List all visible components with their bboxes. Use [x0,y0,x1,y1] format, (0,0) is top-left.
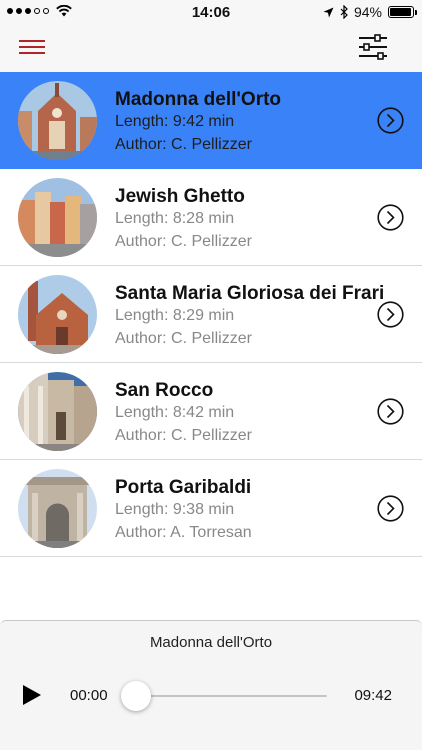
arch-thumbnail [18,469,97,548]
tour-length: Length: 8:29 min [115,307,235,324]
tour-row-jewish-ghetto[interactable]: Jewish Ghetto Length: 8:28 min Author: C… [0,169,422,266]
chevron-right-circle-icon[interactable] [377,107,404,134]
tour-author: Author: C. Pellizzer [115,330,252,347]
tour-length: Length: 9:38 min [115,501,235,518]
filter-sliders-icon[interactable] [358,34,388,60]
battery-percent: 94% [353,4,382,20]
audio-player: Madonna dell'Orto 00:00 09:42 [0,620,422,750]
church-thumbnail [18,81,97,160]
tour-author: Author: C. Pellizzer [115,136,252,153]
tour-author: Author: C. Pellizzer [115,427,252,444]
nav-bar [0,24,422,72]
tour-title: Porta Garibaldi [115,477,252,498]
progress-track[interactable] [125,695,327,697]
status-right: 94% [323,4,417,20]
tour-author: Author: C. Pellizzer [115,233,252,250]
tour-author: Author: A. Torresan [115,524,252,541]
location-arrow-icon [323,7,334,17]
chevron-right-circle-icon[interactable] [377,495,404,522]
square-buildings-thumbnail [18,178,97,257]
battery-icon [388,6,417,18]
tour-length: Length: 8:42 min [115,404,235,421]
tour-row-frari[interactable]: Santa Maria Gloriosa dei Frari Length: 8… [0,266,422,363]
battery-fill [390,8,411,16]
marble-facade-thumbnail [18,372,97,451]
tour-title: Madonna dell'Orto [115,89,282,110]
progress-knob[interactable] [121,681,151,711]
tour-title: Santa Maria Gloriosa dei Frari [115,283,385,304]
hamburger-menu-icon[interactable] [19,40,45,58]
tour-row-porta-garibaldi[interactable]: Porta Garibaldi Length: 9:38 min Author:… [0,460,422,557]
play-icon[interactable] [22,684,42,706]
tour-row-san-rocco[interactable]: San Rocco Length: 8:42 min Author: C. Pe… [0,363,422,460]
chevron-right-circle-icon[interactable] [377,204,404,231]
tour-row-madonna-dell-orto[interactable]: Madonna dell'Orto Length: 9:42 min Autho… [0,72,422,169]
now-playing-title: Madonna dell'Orto [149,634,273,651]
tour-list: Madonna dell'Orto Length: 9:42 min Autho… [0,72,422,557]
basilica-thumbnail [18,275,97,354]
bluetooth-icon [340,5,348,19]
tour-title: San Rocco [115,380,214,401]
tour-length: Length: 9:42 min [115,113,235,130]
tour-length: Length: 8:28 min [115,210,235,227]
total-time: 09:42 [354,687,392,704]
chevron-right-circle-icon[interactable] [377,398,404,425]
status-bar: 14:06 94% [0,0,422,24]
current-time: 00:00 [70,687,108,704]
chevron-right-circle-icon[interactable] [377,301,404,328]
tour-title: Jewish Ghetto [115,186,245,207]
